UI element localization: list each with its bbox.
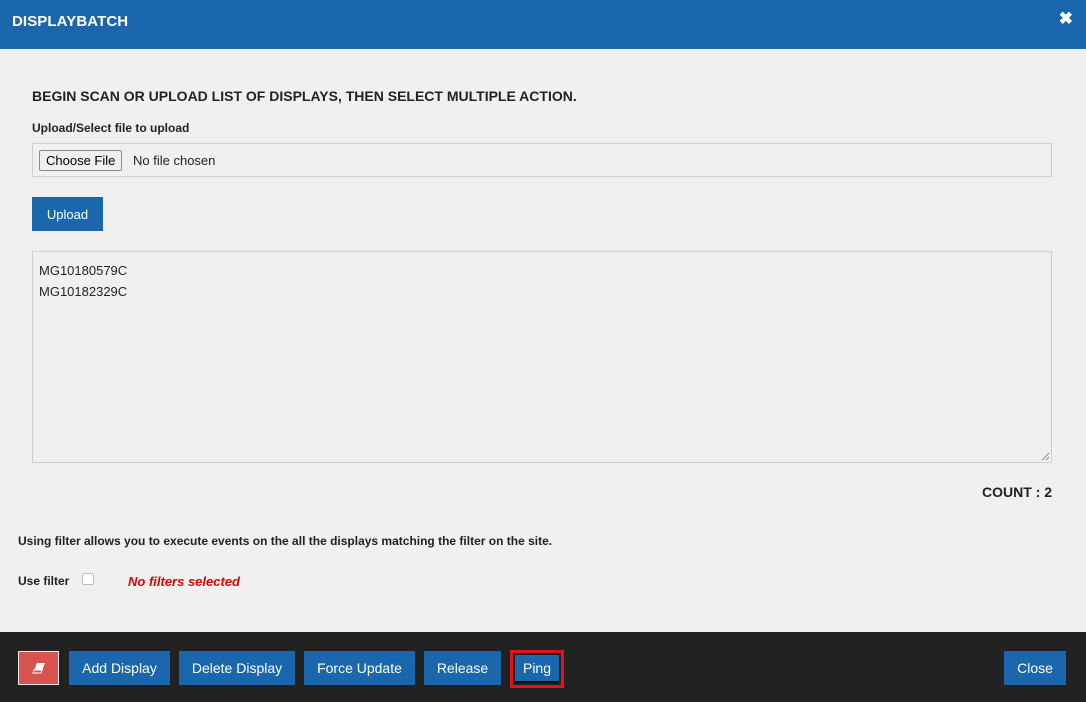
dialog-title: DISPLAYBATCH bbox=[12, 13, 129, 30]
release-button[interactable]: Release bbox=[424, 651, 501, 685]
filter-note: Using filter allows you to execute event… bbox=[18, 534, 553, 548]
force-update-button[interactable]: Force Update bbox=[304, 651, 415, 685]
instructions-heading: BEGIN SCAN OR UPLOAD LIST OF DISPLAYS, T… bbox=[32, 88, 577, 104]
upload-label: Upload/Select file to upload bbox=[32, 121, 190, 135]
choose-file-button[interactable]: Choose File bbox=[39, 150, 123, 171]
add-display-button[interactable]: Add Display bbox=[69, 651, 170, 685]
dialog-body: BEGIN SCAN OR UPLOAD LIST OF DISPLAYS, T… bbox=[0, 49, 1086, 632]
file-status-text: No file chosen bbox=[133, 153, 216, 168]
count-label: COUNT : 2 bbox=[982, 484, 1052, 500]
resize-grip-icon[interactable] bbox=[1041, 452, 1050, 461]
close-icon[interactable]: ✖ bbox=[1059, 9, 1073, 29]
use-filter-checkbox[interactable] bbox=[82, 573, 94, 585]
eraser-icon bbox=[31, 663, 45, 674]
ping-button[interactable]: Ping bbox=[515, 655, 559, 683]
delete-display-button[interactable]: Delete Display bbox=[179, 651, 295, 685]
use-filter-label: Use filter bbox=[18, 574, 70, 588]
file-input-box: Choose File No file chosen bbox=[32, 143, 1052, 177]
action-footer: Add Display Delete Display Force Update … bbox=[0, 632, 1086, 702]
close-button[interactable]: Close bbox=[1004, 651, 1066, 685]
filter-status: No filters selected bbox=[128, 574, 240, 589]
upload-button[interactable]: Upload bbox=[32, 197, 103, 231]
clear-button[interactable] bbox=[18, 651, 59, 685]
ping-highlight: Ping bbox=[510, 650, 564, 688]
list-item: MG10182329C bbox=[39, 284, 128, 299]
display-list-textarea[interactable]: MG10180579C MG10182329C bbox=[32, 251, 1052, 463]
dialog-header: DISPLAYBATCH ✖ bbox=[0, 0, 1086, 49]
list-item: MG10180579C bbox=[39, 263, 128, 278]
